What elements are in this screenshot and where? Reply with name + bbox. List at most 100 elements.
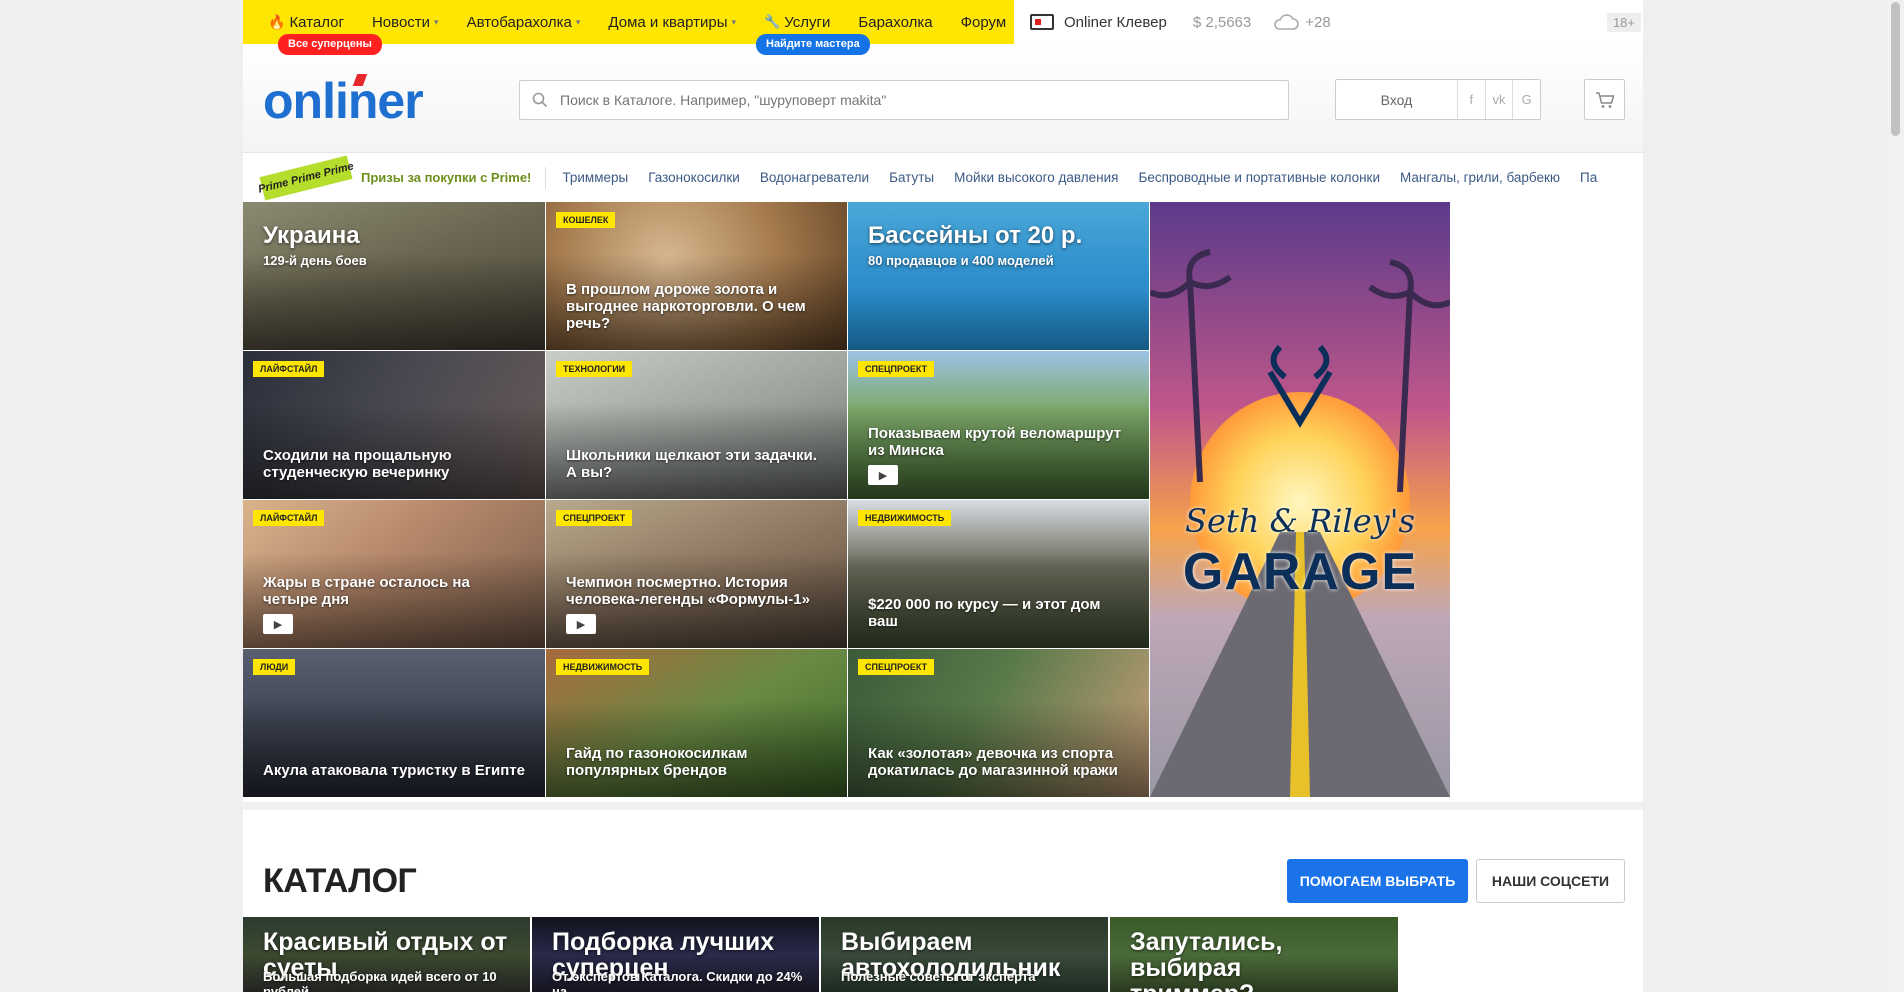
google-icon[interactable]: G xyxy=(1513,80,1540,119)
divider xyxy=(545,166,547,189)
news-tile[interactable]: Лайфстайл Жары в стране осталось на четы… xyxy=(243,500,545,648)
catalog-tile-subtitle: Полезные советы от эксперта xyxy=(841,969,1036,984)
news-caption: Жары в стране осталось на четыре дня xyxy=(263,574,470,608)
news-subtitle: 129-й день боев xyxy=(263,253,367,268)
cloud-icon xyxy=(1274,14,1299,30)
scrollbar-thumb[interactable] xyxy=(1891,2,1900,136)
catalog-tile-subtitle: От экспертов Каталога. Скидки до 24% на xyxy=(552,969,803,992)
search-box xyxy=(519,80,1289,120)
section-title: КАТАЛОГ xyxy=(263,862,417,900)
video-icon: ▶ xyxy=(868,465,898,485)
news-title: Украина xyxy=(263,222,360,249)
chevron-down-icon: ▾ xyxy=(434,16,439,27)
promo-link[interactable]: Батуты xyxy=(889,170,934,185)
news-tile[interactable]: Спецпроект Чемпион посмертно. История че… xyxy=(546,500,847,648)
clever-link[interactable]: Onliner Клевер xyxy=(1030,14,1167,31)
find-master-pill[interactable]: Найдите мастера xyxy=(756,34,870,55)
weather[interactable]: +28 xyxy=(1273,13,1331,31)
nav-news[interactable]: Новости ▾ xyxy=(372,14,439,31)
news-title: Бассейны от 20 р. xyxy=(868,222,1083,249)
nav-catalog[interactable]: 🔥 Каталог xyxy=(268,14,344,31)
search-icon xyxy=(532,92,548,108)
prime-logo[interactable]: Prime Prime Prime xyxy=(257,154,355,201)
catalog-tile[interactable]: Выбираем автохолодильник Полезные советы… xyxy=(821,917,1108,992)
ad-artwork xyxy=(1150,202,1450,797)
nav-forum[interactable]: Форум xyxy=(961,14,1007,31)
nav-services[interactable]: 🔧 Услуги xyxy=(764,14,830,31)
nav-realty[interactable]: Дома и квартиры ▾ xyxy=(608,14,736,31)
catalog-tile-title: Запутались, выбирая триммер? xyxy=(1130,928,1283,992)
flame-icon: 🔥 xyxy=(268,13,286,30)
news-tile[interactable]: Недвижимость Гайд по газонокосилкам попу… xyxy=(546,649,847,797)
promo-link[interactable]: Водонагреватели xyxy=(760,170,869,185)
chevron-down-icon: ▾ xyxy=(575,16,581,27)
news-caption: В прошлом дороже золота и выгоднее нарко… xyxy=(566,281,806,332)
top-bar: 🔥 Каталог Новости ▾ Автобарахолка ▾ Дома… xyxy=(243,0,1643,55)
news-tile-ukraine[interactable]: Украина 129-й день боев xyxy=(243,202,545,350)
catalog-tile[interactable]: Запутались, выбирая триммер? xyxy=(1110,917,1398,992)
login-button[interactable]: Вход xyxy=(1336,80,1458,119)
promo-link[interactable]: Газонокосилки xyxy=(648,170,740,185)
age-badge: 18+ xyxy=(1606,12,1641,32)
news-tile[interactable]: Недвижимость $220 000 по курсу — и этот … xyxy=(848,500,1149,648)
socials-button[interactable]: НАШИ СОЦСЕТИ xyxy=(1476,859,1625,903)
nav-auto[interactable]: Автобарахолка ▾ xyxy=(467,14,581,31)
news-caption: $220 000 по курсу — и этот дом ваш xyxy=(868,596,1101,630)
ad-headline: Seth & Riley's xyxy=(1185,502,1415,540)
news-tile[interactable]: Спецпроект Как «золотая» девочка из спор… xyxy=(848,649,1149,797)
prime-promo-link[interactable]: Призы за покупки с Prime! xyxy=(361,170,531,185)
video-icon: ▶ xyxy=(566,614,596,634)
cart-button[interactable] xyxy=(1584,79,1625,120)
logo[interactable]: onliner xyxy=(263,72,424,130)
category-label: Спецпроект xyxy=(858,361,935,377)
nav-flea-market[interactable]: Барахолка xyxy=(858,14,932,31)
auth-block: Вход f vk G xyxy=(1335,79,1541,120)
category-label: Лайфстайл xyxy=(253,510,325,526)
catalog-tile-subtitle: Большая подборка идей всего от 10 рублей xyxy=(263,969,497,992)
catalog-tile[interactable]: Красивый отдых от суеты Большая подборка… xyxy=(243,917,530,992)
vertical-scrollbar[interactable] xyxy=(1887,0,1904,992)
promo-link[interactable]: Мойки высокого давления xyxy=(954,170,1118,185)
news-tile[interactable]: Люди Акула атаковала туристку в Египте xyxy=(243,649,545,797)
video-icon: ▶ xyxy=(263,614,293,634)
news-caption: Школьники щелкают эти задачки. А вы? xyxy=(566,447,817,481)
promo-link[interactable]: Па xyxy=(1580,170,1597,185)
help-choose-button[interactable]: ПОМОГАЕМ ВЫБРАТЬ xyxy=(1287,859,1468,903)
news-caption: Сходили на прощальную студенческую вечер… xyxy=(263,447,452,481)
news-tile[interactable]: Лайфстайл Сходили на прощальную студенче… xyxy=(243,351,545,499)
facebook-icon[interactable]: f xyxy=(1458,80,1486,119)
category-label: Лайфстайл xyxy=(253,361,325,377)
news-tile[interactable]: Спецпроект Показываем крутой веломаршрут… xyxy=(848,351,1149,499)
top-navigation: 🔥 Каталог Новости ▾ Автобарахолка ▾ Дома… xyxy=(243,0,1014,55)
prime-badge: Prime Prime Prime xyxy=(257,154,355,201)
superprices-pill[interactable]: Все суперцены xyxy=(278,34,382,55)
promo-link[interactable]: Мангалы, грили, барбекю xyxy=(1400,170,1560,185)
category-label: Недвижимость xyxy=(556,659,650,675)
news-tile[interactable]: Кошелек В прошлом дороже золота и выгодн… xyxy=(546,202,847,350)
promo-strip: Prime Prime Prime Призы за покупки с Pri… xyxy=(243,152,1643,202)
ad-headline-main: GARAGE xyxy=(1182,543,1418,601)
search-input[interactable] xyxy=(560,92,1260,108)
news-tile-pools[interactable]: Бассейны от 20 р. 80 продавцов и 400 мод… xyxy=(848,202,1149,350)
promo-link[interactable]: Беспроводные и портативные колонки xyxy=(1138,170,1380,185)
news-tile[interactable]: Технологии Школьники щелкают эти задачки… xyxy=(546,351,847,499)
cart-icon xyxy=(1595,91,1614,108)
catalog-section: КАТАЛОГ ПОМОГАЕМ ВЫБРАТЬ НАШИ СОЦСЕТИ Кр… xyxy=(243,810,1643,992)
category-label: Люди xyxy=(253,659,296,675)
news-grid: Украина 129-й день боев Кошелек В прошло… xyxy=(243,202,1643,802)
advertisement-banner[interactable]: Seth & Riley's GARAGE xyxy=(1150,202,1450,797)
promo-link[interactable]: Триммеры xyxy=(562,170,628,185)
news-caption: Гайд по газонокосилкам популярных брендо… xyxy=(566,745,748,779)
category-label: Спецпроект xyxy=(556,510,633,526)
top-right-info: Onliner Клевер $ 2,5663 +28 18+ xyxy=(1014,0,1643,44)
category-label: Недвижимость xyxy=(858,510,952,526)
header: onliner Вход f vk G xyxy=(243,44,1643,152)
category-label: Спецпроект xyxy=(858,659,935,675)
news-caption: Акула атаковала туристку в Египте xyxy=(263,762,525,779)
page: 🔥 Каталог Новости ▾ Автобарахолка ▾ Дома… xyxy=(243,0,1643,992)
vk-icon[interactable]: vk xyxy=(1486,80,1514,119)
catalog-tile[interactable]: Подборка лучших суперцен От экспертов Ка… xyxy=(532,917,819,992)
news-caption: Показываем крутой веломаршрут из Минска xyxy=(868,425,1122,459)
currency-rate[interactable]: $ 2,5663 xyxy=(1193,14,1251,31)
news-subtitle: 80 продавцов и 400 моделей xyxy=(868,253,1054,268)
